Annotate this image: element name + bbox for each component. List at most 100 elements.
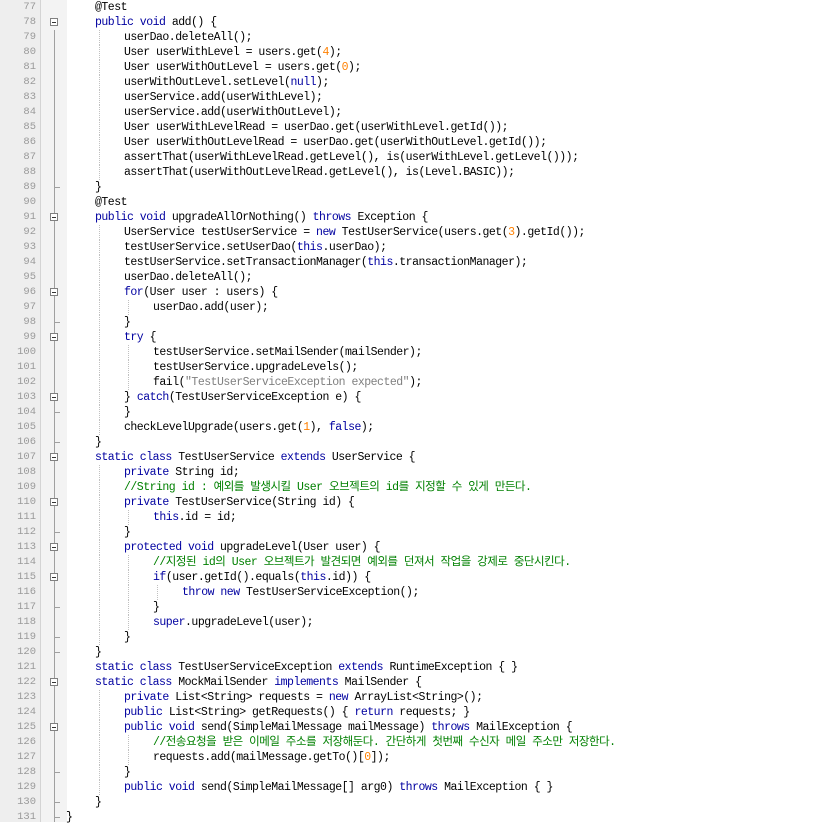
code-token: upgradeLevel(User user) {	[213, 541, 381, 554]
code-line[interactable]: 119}	[0, 630, 820, 645]
code-line[interactable]: 88 assertThat(userWithOutLevelRead.getLev…	[0, 165, 820, 180]
code-line[interactable]: 109 //String id : 예외를 발생시킬 User 오브젝트의 id를…	[0, 480, 820, 495]
code-line[interactable]: 107 static class TestUserService extends …	[0, 450, 820, 465]
fold-toggle-icon[interactable]	[50, 453, 58, 461]
code-token: protected void	[124, 541, 214, 554]
code-line[interactable]: 117}	[0, 600, 820, 615]
indent-guide	[128, 735, 129, 750]
code-line[interactable]: 83 userService.add(userWithLevel);	[0, 90, 820, 105]
code-line[interactable]: 95 userDao.deleteAll();	[0, 270, 820, 285]
indent-guide	[99, 60, 100, 75]
code-line[interactable]: 103} catch(TestUserServiceException e) {	[0, 390, 820, 405]
code-token: String id;	[168, 466, 240, 479]
code-line[interactable]: 97 userDao.add(user);	[0, 300, 820, 315]
code-line[interactable]: 118 super.upgradeLevel(user);	[0, 615, 820, 630]
code-line[interactable]: 129 public void send(SimpleMailMessage[] …	[0, 780, 820, 795]
code-text: }	[124, 765, 131, 780]
code-line[interactable]: 84 userService.add(userWithOutLevel);	[0, 105, 820, 120]
code-line[interactable]: 96 for(User user : users) {	[0, 285, 820, 300]
fold-toggle-icon[interactable]	[50, 18, 58, 26]
indent-guide	[99, 600, 100, 615]
line-number: 79	[23, 31, 36, 43]
code-line[interactable]: 101 testUserService.upgradeLevels();	[0, 360, 820, 375]
code-line[interactable]: 86 User userWithOutLevelRead = userDao.ge…	[0, 135, 820, 150]
code-line[interactable]: 108 private String id;	[0, 465, 820, 480]
fold-toggle-icon[interactable]	[50, 333, 58, 341]
code-line[interactable]: 91 public void upgradeAllOrNothing() thro…	[0, 210, 820, 225]
code-line[interactable]: 92 UserService testUserService = new Test…	[0, 225, 820, 240]
fold-toggle-icon[interactable]	[50, 723, 58, 731]
code-line[interactable]: 123 private List<String> requests = new A…	[0, 690, 820, 705]
code-line[interactable]: 102 fail("TestUserServiceException expect…	[0, 375, 820, 390]
code-line[interactable]: 99 try {	[0, 330, 820, 345]
code-line[interactable]: 106}	[0, 435, 820, 450]
code-line[interactable]: 105 checkLevelUpgrade(users.get(1), false…	[0, 420, 820, 435]
fold-toggle-icon[interactable]	[50, 543, 58, 551]
code-editor[interactable]: 77 @Test 78 public void add() {79 userDao.de…	[0, 0, 820, 825]
code-line[interactable]: 79 userDao.deleteAll();	[0, 30, 820, 45]
code-line[interactable]: 90 @Test	[0, 195, 820, 210]
indent-guide	[99, 525, 100, 540]
code-line[interactable]: 122 static class MockMailSender implement…	[0, 675, 820, 690]
code-token: }	[66, 811, 73, 824]
code-text: }	[153, 600, 160, 615]
code-line[interactable]: 77 @Test	[0, 0, 820, 15]
code-line[interactable]: 94 testUserService.setTransactionManager(…	[0, 255, 820, 270]
code-token: public	[124, 706, 163, 719]
line-number: 124	[17, 706, 36, 718]
code-line[interactable]: 127 requests.add(mailMessage.getTo()[0]);	[0, 750, 820, 765]
code-line[interactable]: 128}	[0, 765, 820, 780]
code-line[interactable]: 80 User userWithLevel = users.get(4);	[0, 45, 820, 60]
code-token: TestUserService	[171, 451, 281, 464]
code-line[interactable]: 126 //전송요청을 받은 이메일 주소를 저장해둔다. 간단하게 첫번째 수신…	[0, 735, 820, 750]
code-token: {	[143, 331, 157, 344]
code-line[interactable]: 116 throw new TestUserServiceException();	[0, 585, 820, 600]
code-line[interactable]: 85 User userWithLevelRead = userDao.get(u…	[0, 120, 820, 135]
code-token: static class	[95, 661, 172, 674]
code-line[interactable]: 104}	[0, 405, 820, 420]
code-line[interactable]: 114 //지정된 id의 User 오브젝트가 발견되면 예외를 던져서 작업을…	[0, 555, 820, 570]
code-line[interactable]: 113 protected void upgradeLevel(User user…	[0, 540, 820, 555]
fold-toggle-icon[interactable]	[50, 393, 58, 401]
indent-guide	[99, 480, 100, 495]
code-line[interactable]: 121 static class TestUserServiceException…	[0, 660, 820, 675]
code-token: send(SimpleMailMessage mailMessage)	[194, 721, 432, 734]
code-token: @Test	[95, 1, 128, 14]
code-line[interactable]: 125 public void send(SimpleMailMessage ma…	[0, 720, 820, 735]
code-token: requests.add(mailMessage.getTo()[	[153, 751, 365, 764]
fold-toggle-icon[interactable]	[50, 288, 58, 296]
code-token: TestUserServiceException();	[239, 586, 419, 599]
code-line[interactable]: 130}	[0, 795, 820, 810]
code-token: UserService testUserService =	[124, 226, 317, 239]
fold-toggle-icon[interactable]	[50, 678, 58, 686]
code-line[interactable]: 93 testUserService.setUserDao(this.userDa…	[0, 240, 820, 255]
line-number: 110	[17, 496, 36, 508]
code-token: @Test	[95, 196, 128, 209]
fold-toggle-icon[interactable]	[50, 213, 58, 221]
indent-guide	[128, 360, 129, 375]
code-token: ),	[309, 421, 329, 434]
code-line[interactable]: 124 public List<String> getRequests() { r…	[0, 705, 820, 720]
code-line[interactable]: 89}	[0, 180, 820, 195]
code-line[interactable]: 98}	[0, 315, 820, 330]
code-text: userService.add(userWithLevel);	[124, 90, 323, 105]
code-line[interactable]: 111 this.id = id;	[0, 510, 820, 525]
code-line[interactable]: 81 User userWithOutLevel = users.get(0);	[0, 60, 820, 75]
code-line[interactable]: 100 testUserService.setMailSender(mailSen…	[0, 345, 820, 360]
code-line[interactable]: 78 public void add() {	[0, 15, 820, 30]
line-number: 83	[23, 91, 36, 103]
code-line[interactable]: 82 userWithOutLevel.setLevel(null);	[0, 75, 820, 90]
fold-toggle-icon[interactable]	[50, 573, 58, 581]
code-token: MockMailSender	[171, 676, 275, 689]
code-text: User userWithOutLevelRead = userDao.get(…	[124, 135, 547, 150]
code-line[interactable]: 120}	[0, 645, 820, 660]
code-line[interactable]: 87 assertThat(userWithLevelRead.getLevel(…	[0, 150, 820, 165]
code-line[interactable]: 115 if(user.getId().equals(this.id)) {	[0, 570, 820, 585]
fold-end-marker	[54, 817, 60, 818]
code-text: public void send(SimpleMailMessage mailM…	[124, 720, 573, 735]
fold-toggle-icon[interactable]	[50, 498, 58, 506]
code-line[interactable]: 110 private TestUserService(String id) {	[0, 495, 820, 510]
indent-guide	[99, 690, 100, 705]
code-line[interactable]: 112}	[0, 525, 820, 540]
code-line[interactable]: 131}	[0, 810, 820, 825]
